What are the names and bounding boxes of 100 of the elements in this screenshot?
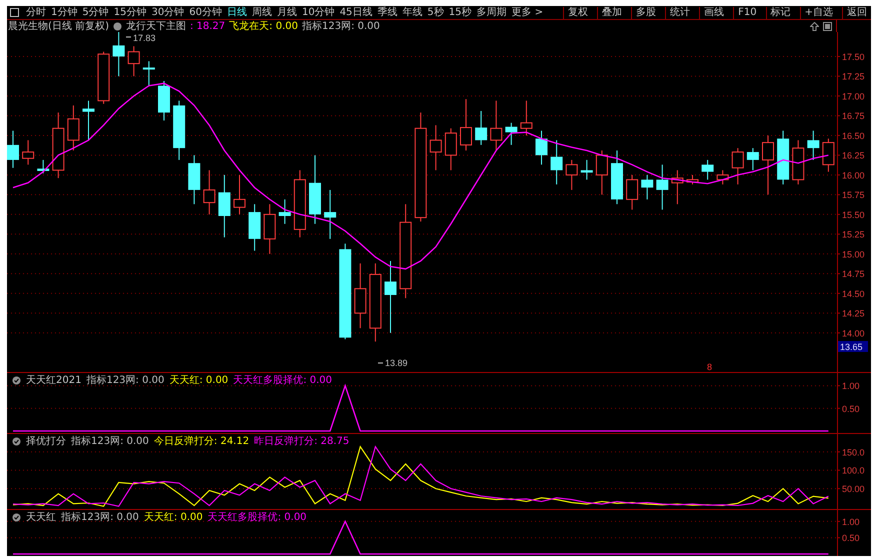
candlestick [112,32,125,77]
candlestick [294,170,306,238]
indicator-value: 今日反弹打分: 24.12 [154,436,250,447]
axis-label: 150.0 [842,447,865,458]
candlestick [82,100,94,141]
candlestick [792,140,804,185]
toolbar-button[interactable]: +自选 [800,6,837,18]
circle-icon[interactable] [112,22,122,30]
axis-label: 16.25 [842,150,865,161]
toolbar-button[interactable]: 叠加 [597,6,626,18]
candlestick [716,170,729,185]
period-tab[interactable]: 5秒 [427,6,444,18]
indicator-value: 天天红: 0.00 [144,512,203,523]
candlestick [37,159,50,174]
candlestick [128,46,140,77]
candlestick [671,170,684,205]
stock-title: 晨光生物(日线 前复权) [8,20,109,33]
panel-title: 天天红2021 [26,375,82,386]
candlestick [324,189,336,240]
period-tab[interactable]: 45日线 [340,6,372,18]
candlestick [7,130,19,168]
candlestick [248,204,261,252]
toolbar-button[interactable]: 画线 [699,6,728,18]
period-tab[interactable]: 1分钟 [51,6,78,18]
circle-icon[interactable] [12,437,21,446]
more-tab[interactable]: 更多 > [512,6,544,18]
panel-title: 择优打分 [26,436,66,447]
square-icon[interactable] [10,8,19,17]
square-icon[interactable] [823,22,832,30]
candlestick [218,174,230,238]
indicator-value: : 18.27 [190,20,226,32]
axis-label: 17.25 [842,72,865,82]
axis-label: 14.50 [842,288,865,299]
candlestick [686,174,698,185]
indicator-value: 天天红: 0.00 [169,375,228,386]
period-tab[interactable]: 30分钟 [151,6,184,18]
axis-label: 100.0 [842,466,865,476]
candlestick [475,110,488,146]
period-tab[interactable]: 月线 [276,6,297,18]
candlestick [354,262,366,329]
axis-label: 1.00 [842,381,860,392]
axis-label: 0.50 [842,404,860,414]
candlestick [566,159,578,190]
indicator-value: 指标123网: 0.00 [302,20,380,33]
price-tag: 13.65 [838,341,868,352]
candlestick [550,140,563,185]
candlestick [264,204,276,254]
candlestick [490,100,502,151]
toolbar-button[interactable]: 返回 [842,6,871,18]
indicator-value: 指标123网: 0.00 [86,375,164,386]
candlestick [234,174,246,215]
axis-label: 0.50 [842,533,860,544]
candlestick [596,150,608,196]
candlestick [732,148,744,185]
axis-label: 16.00 [842,170,865,180]
candlestick [807,130,820,160]
candlestick [430,124,442,171]
indicator-value: 指标123网: 0.00 [61,512,139,523]
high-price-label: 17.83 [126,33,156,43]
candlestick [278,198,291,224]
candlestick [746,148,759,171]
candlestick [702,159,714,180]
period-tab[interactable]: 15秒 [448,6,472,18]
toolbar-button[interactable]: 复权 [563,6,592,18]
period-tab[interactable]: 年线 [402,6,422,18]
axis-label: 15.75 [842,190,865,200]
candlestick [309,154,321,224]
period-tab[interactable]: 多周期 [476,6,507,18]
toolbar-button[interactable]: F10 [733,6,761,18]
period-tab[interactable]: 5分钟 [82,6,109,18]
candlestick [641,174,654,200]
period-tab[interactable]: 日线 [226,6,247,18]
period-tab[interactable]: 60分钟 [189,6,222,18]
candlestick [626,174,638,210]
candlestick [611,150,623,205]
period-tab[interactable]: 分时 [26,6,46,18]
candlestick [762,134,774,196]
candlestick [173,100,186,160]
up-arrow-icon[interactable] [810,22,819,30]
toolbar-button[interactable]: 标记 [766,6,795,18]
period-tab[interactable]: 15分钟 [114,6,146,18]
axis-label: 14.25 [842,308,865,319]
axis-label: 16.75 [842,111,865,122]
candlestick [98,51,110,104]
toolbar-button[interactable]: 多股 [631,6,660,18]
low-price-label: 13.89 [378,358,408,368]
candlestick [505,122,518,146]
circle-icon[interactable] [12,376,21,385]
circle-icon[interactable] [12,513,21,522]
candlestick [188,154,200,205]
toolbar-button[interactable]: 统计 [665,6,694,18]
period-tab[interactable]: 周线 [252,6,272,18]
period-tab[interactable]: 10分钟 [302,6,335,18]
candlestick [460,98,472,151]
period-tab[interactable]: 季线 [377,6,398,18]
axis-label: 15.25 [842,230,865,240]
axis-label: 50.00 [842,484,865,494]
candlestick [203,170,216,215]
candlestick [444,128,457,171]
axis-label: 15.00 [842,249,865,260]
